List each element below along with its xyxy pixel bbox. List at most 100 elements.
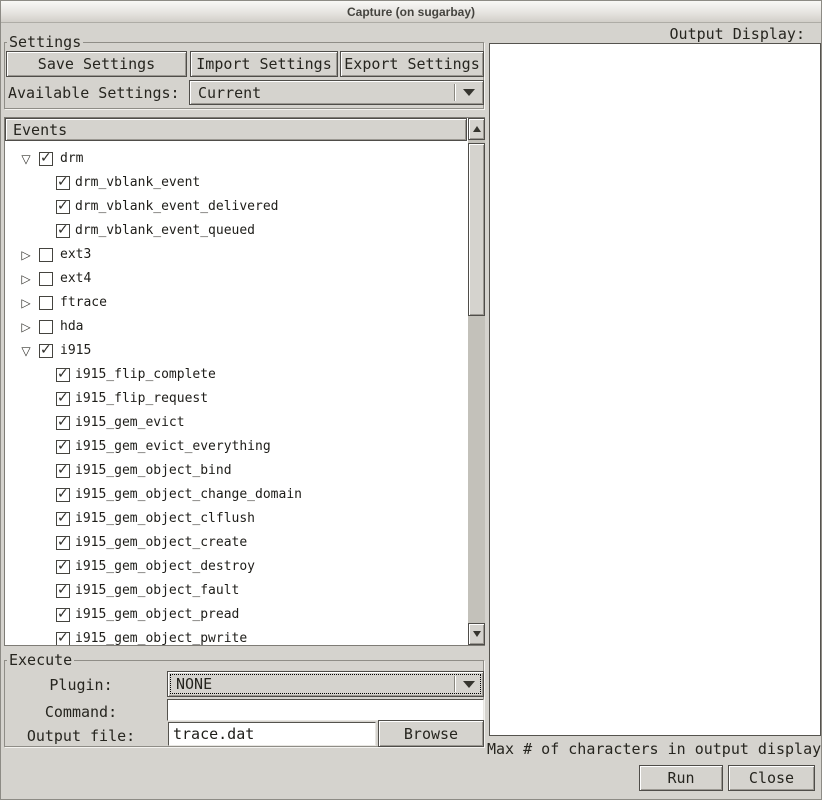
event-checkbox[interactable]: ✓: [56, 608, 70, 622]
output-file-label: Output file:: [1, 728, 161, 744]
event-checkbox[interactable]: ✓: [56, 368, 70, 382]
checkmark-icon: ✓: [57, 414, 69, 430]
expander-collapsed-icon[interactable]: ▷: [18, 271, 34, 287]
tree-row: ✓ i915_gem_object_bind: [5, 460, 467, 484]
event-checkbox[interactable]: ✓: [56, 488, 70, 502]
event-label[interactable]: i915_gem_object_fault: [75, 583, 239, 598]
event-checkbox[interactable]: [39, 272, 53, 286]
tree-row: ✓ i915_gem_object_fault: [5, 580, 467, 604]
run-button[interactable]: Run: [639, 765, 723, 791]
event-checkbox[interactable]: ✓: [56, 464, 70, 478]
command-input[interactable]: [167, 699, 484, 721]
output-display-label: Output Display:: [670, 26, 805, 42]
event-checkbox[interactable]: ✓: [56, 440, 70, 454]
export-settings-button[interactable]: Export Settings: [340, 51, 484, 77]
expander-expanded-icon[interactable]: ▽: [18, 343, 34, 359]
event-checkbox[interactable]: ✓: [56, 560, 70, 574]
scroll-up-button[interactable]: [468, 118, 485, 140]
import-settings-button[interactable]: Import Settings: [190, 51, 338, 77]
event-checkbox[interactable]: ✓: [56, 392, 70, 406]
event-checkbox[interactable]: ✓: [56, 416, 70, 430]
event-checkbox[interactable]: ✓: [39, 344, 53, 358]
event-label[interactable]: i915_gem_object_create: [75, 535, 247, 550]
event-checkbox[interactable]: [39, 296, 53, 310]
event-checkbox[interactable]: [39, 248, 53, 262]
event-label[interactable]: i915_flip_request: [75, 391, 208, 406]
expander-collapsed-icon[interactable]: ▷: [18, 295, 34, 311]
event-checkbox[interactable]: ✓: [56, 584, 70, 598]
event-label[interactable]: i915_flip_complete: [75, 367, 216, 382]
event-label[interactable]: ext3: [60, 247, 91, 262]
close-label: Close: [749, 769, 794, 787]
event-label[interactable]: i915_gem_object_pread: [75, 607, 239, 622]
import-settings-label: Import Settings: [196, 55, 331, 73]
tree-row: ✓ i915_gem_object_change_domain: [5, 484, 467, 508]
command-label: Command:: [1, 704, 161, 720]
event-label[interactable]: ftrace: [60, 295, 107, 310]
export-settings-label: Export Settings: [344, 55, 479, 73]
save-settings-button[interactable]: Save Settings: [6, 51, 187, 77]
event-checkbox[interactable]: [39, 320, 53, 334]
tree-row: ✓ i915_gem_object_destroy: [5, 556, 467, 580]
expander-expanded-icon[interactable]: ▽: [18, 151, 34, 167]
event-label[interactable]: i915_gem_object_clflush: [75, 511, 255, 526]
available-settings-value: Current: [190, 84, 454, 102]
event-checkbox[interactable]: ✓: [56, 176, 70, 190]
scrollbar-thumb[interactable]: [468, 143, 485, 316]
checkmark-icon: ✓: [57, 582, 69, 598]
plugin-value: NONE: [168, 675, 454, 693]
browse-button[interactable]: Browse: [378, 720, 484, 747]
expander-collapsed-icon[interactable]: ▷: [18, 319, 34, 335]
arrow-up-icon: [473, 126, 481, 132]
tree-row: ✓ drm_vblank_event: [5, 172, 467, 196]
event-label[interactable]: i915_gem_object_bind: [75, 463, 232, 478]
tree-row: ▷ ftrace: [5, 292, 467, 316]
event-label[interactable]: i915_gem_evict: [75, 415, 185, 430]
checkmark-icon: ✓: [57, 222, 69, 238]
event-label[interactable]: drm_vblank_event_delivered: [75, 199, 279, 214]
tree-row: ✓ drm_vblank_event_delivered: [5, 196, 467, 220]
event-checkbox[interactable]: ✓: [56, 536, 70, 550]
checkmark-icon: ✓: [57, 366, 69, 382]
event-checkbox[interactable]: ✓: [56, 512, 70, 526]
event-label[interactable]: drm_vblank_event: [75, 175, 200, 190]
max-chars-label: Max # of characters in output display: [487, 740, 821, 758]
event-label[interactable]: drm: [60, 151, 83, 166]
checkmark-icon: ✓: [57, 606, 69, 622]
event-label[interactable]: i915_gem_object_destroy: [75, 559, 255, 574]
tree-row: ✓ i915_gem_object_create: [5, 532, 467, 556]
events-scrollbar[interactable]: [468, 118, 485, 645]
run-label: Run: [667, 769, 694, 787]
close-button[interactable]: Close: [728, 765, 815, 791]
event-label[interactable]: hda: [60, 319, 83, 334]
checkmark-icon: ✓: [57, 510, 69, 526]
scroll-down-button[interactable]: [468, 623, 485, 645]
event-label[interactable]: i915_gem_evict_everything: [75, 439, 271, 454]
available-settings-combobox[interactable]: Current: [189, 80, 484, 105]
event-checkbox[interactable]: ✓: [56, 632, 70, 645]
event-label[interactable]: i915_gem_object_pwrite: [75, 631, 247, 645]
capture-window: Capture (on sugarbay) Settings Save Sett…: [0, 0, 822, 800]
tree-row: ✓ i915_flip_request: [5, 388, 467, 412]
settings-frame-label: Settings: [7, 34, 83, 50]
event-label[interactable]: i915_gem_object_change_domain: [75, 487, 302, 502]
event-checkbox[interactable]: ✓: [56, 224, 70, 238]
tree-row: ▷ ext3: [5, 244, 467, 268]
event-checkbox[interactable]: ✓: [39, 152, 53, 166]
plugin-combobox[interactable]: NONE: [167, 671, 484, 697]
event-label[interactable]: drm_vblank_event_queued: [75, 223, 255, 238]
events-header-label: Events: [13, 121, 67, 139]
chevron-down-icon: [463, 89, 475, 96]
event-checkbox[interactable]: ✓: [56, 200, 70, 214]
events-column-header[interactable]: Events: [5, 118, 467, 141]
tree-row: ▷ hda: [5, 316, 467, 340]
event-label[interactable]: ext4: [60, 271, 91, 286]
event-label[interactable]: i915: [60, 343, 91, 358]
output-display-area[interactable]: [489, 43, 821, 736]
tree-row: ✓ i915_gem_evict_everything: [5, 436, 467, 460]
checkmark-icon: ✓: [57, 630, 69, 645]
titlebar[interactable]: Capture (on sugarbay): [1, 1, 821, 23]
output-file-input[interactable]: [168, 722, 376, 746]
expander-collapsed-icon[interactable]: ▷: [18, 247, 34, 263]
save-settings-label: Save Settings: [38, 55, 155, 73]
